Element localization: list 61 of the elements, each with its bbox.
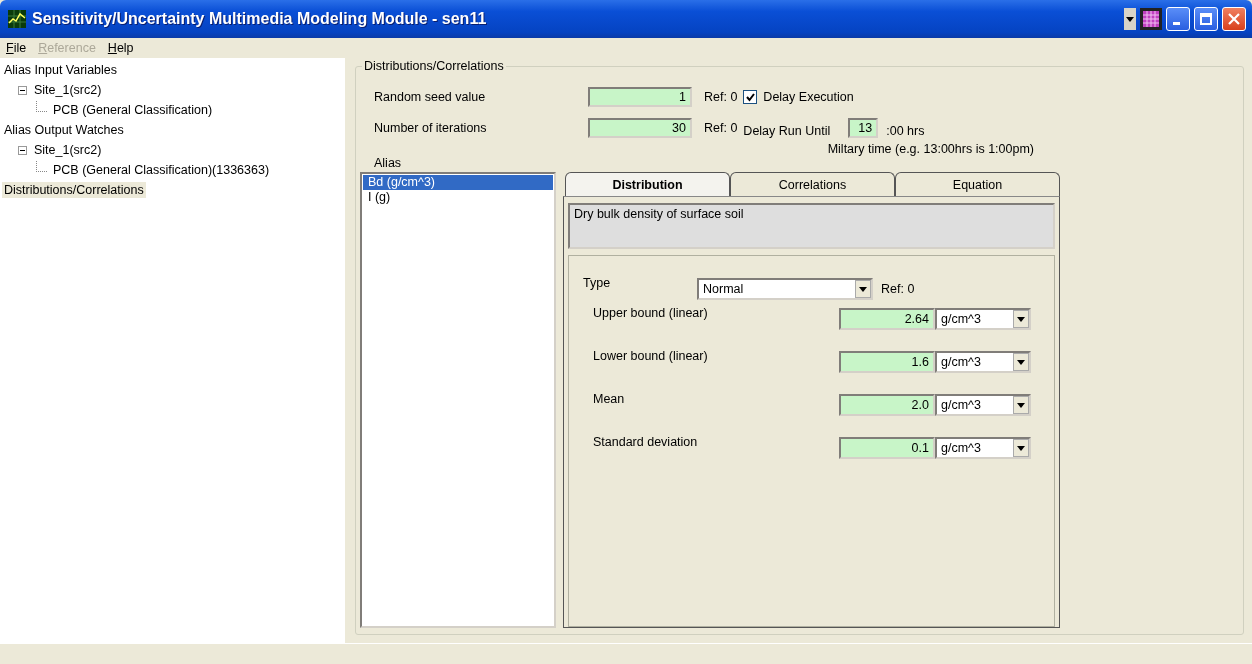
tree-item[interactable]: PCB (General Classification) <box>51 102 215 118</box>
dropdown[interactable]: g/cm^3 <box>935 437 1031 459</box>
hint-text: Miltary time (e.g. 13:00hrs is 1:00pm) <box>827 142 1034 158</box>
tree-item[interactable]: Site_1(src2) <box>32 82 104 98</box>
dropdown[interactable]: g/cm^3 <box>935 351 1031 373</box>
tree-item[interactable]: Alias Output Watches <box>2 122 126 138</box>
field-label: Delay Run Until <box>743 124 831 138</box>
caret-icon <box>1017 316 1025 322</box>
list-item[interactable]: I (g) <box>363 190 553 205</box>
collapse-icon[interactable] <box>18 85 27 95</box>
group-title: Distributions/Correlations <box>362 59 506 73</box>
tab[interactable]: Distribution <box>565 172 730 196</box>
alias-label: Alias <box>374 156 402 170</box>
checkbox-label: Delay Execution <box>763 90 854 104</box>
close-icon <box>1228 13 1240 25</box>
maximize-button[interactable] <box>1194 7 1218 31</box>
field-label: Standard deviation <box>592 435 699 449</box>
field-label: Type <box>583 276 612 290</box>
description-text: Dry bulk density of surface soil <box>568 203 1055 249</box>
tree-item[interactable]: Distributions/Correlations <box>2 182 146 198</box>
grid-icon[interactable] <box>1140 8 1162 30</box>
input-field[interactable]: 2.64 <box>839 308 935 330</box>
input-field[interactable]: 30 <box>588 118 692 138</box>
tab[interactable]: Correlations <box>730 172 895 196</box>
ref-label: Ref: 0 <box>881 282 915 296</box>
field-label: Number of iterations <box>374 121 488 135</box>
close-button[interactable] <box>1222 7 1246 31</box>
caret-icon <box>1017 445 1025 451</box>
tab[interactable]: Equation <box>895 172 1060 196</box>
hour-field[interactable]: 13 <box>848 118 879 138</box>
field-label: Mean <box>592 392 626 406</box>
window-title: Sensitivity/Uncertainty Multimedia Modeling Module - sen11 <box>32 10 488 28</box>
tree-item[interactable]: Site_1(src2) <box>32 142 104 158</box>
minimize-icon <box>1173 21 1180 25</box>
input-field[interactable]: 1.6 <box>839 351 935 373</box>
hours-label: :00 hrs <box>886 124 925 138</box>
caret-icon <box>1017 402 1025 408</box>
caret-icon <box>1017 359 1025 365</box>
ref-label: Ref: 0 <box>704 121 738 135</box>
dropdown[interactable]: g/cm^3 <box>935 308 1031 330</box>
input-field[interactable]: 2.0 <box>839 394 935 416</box>
menu-item[interactable]: Help <box>107 41 134 55</box>
checkbox[interactable] <box>743 90 758 104</box>
menu-item[interactable]: File <box>6 41 27 55</box>
input-field[interactable]: 1 <box>588 87 692 107</box>
caret-icon <box>859 286 867 292</box>
field-label: Lower bound (linear) <box>592 349 709 363</box>
tree-item[interactable]: Alias Input Variables <box>2 62 120 78</box>
input-field[interactable]: 0.1 <box>839 437 935 459</box>
dropdown[interactable]: Normal <box>697 278 873 300</box>
field-label: Random seed value <box>374 90 487 104</box>
maximize-icon <box>1200 13 1212 25</box>
list-item[interactable]: Bd (g/cm^3) <box>363 175 553 190</box>
dropdown[interactable]: g/cm^3 <box>935 394 1031 416</box>
ref-label: Ref: 0 <box>704 90 738 104</box>
tree-item[interactable]: PCB (General Classification)(1336363) <box>51 162 272 178</box>
field-label: Upper bound (linear) <box>592 306 709 320</box>
minimize-button[interactable] <box>1166 7 1190 31</box>
chart-icon <box>8 10 26 28</box>
collapse-icon[interactable] <box>18 145 27 155</box>
dropdown-icon[interactable] <box>1124 8 1136 30</box>
